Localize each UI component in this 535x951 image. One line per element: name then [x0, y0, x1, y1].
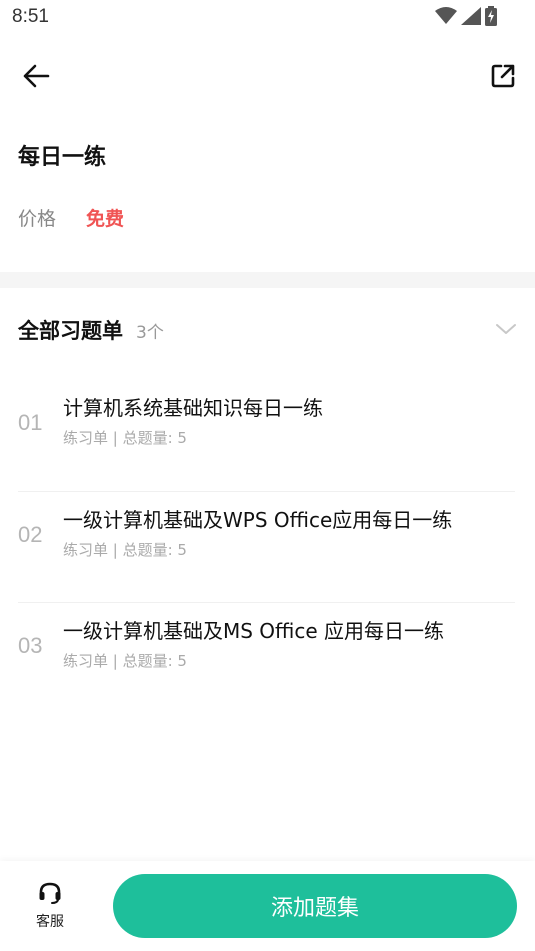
battery-charging-icon [485, 6, 497, 30]
status-time: 8:51 [12, 6, 49, 27]
customer-service-label: 客服 [36, 914, 64, 930]
arrow-left-icon [22, 64, 50, 92]
page-title: 每日一练 [18, 145, 107, 170]
item-index: 01 [18, 410, 43, 435]
share-external-icon [490, 63, 516, 93]
item-subtitle: 练习单 | 总题量: 5 [63, 652, 187, 670]
price-value: 免费 [86, 208, 125, 230]
customer-service-button[interactable]: 客服 [22, 881, 78, 937]
item-title: 计算机系统基础知识每日一练 [63, 396, 323, 420]
price-label: 价格 [18, 208, 57, 230]
list-item[interactable]: 03 一级计算机基础及MS Office 应用每日一练 练习单 | 总题量: 5 [18, 602, 515, 713]
section-header: 全部习题单 3个 [18, 315, 518, 347]
list-item[interactable]: 01 计算机系统基础知识每日一练 练习单 | 总题量: 5 [18, 380, 515, 491]
status-icons [435, 6, 497, 30]
headset-icon [37, 881, 63, 909]
wifi-icon [435, 7, 457, 29]
exercise-list: 01 计算机系统基础知识每日一练 练习单 | 总题量: 5 02 一级计算机基础… [18, 380, 515, 713]
item-index: 02 [18, 522, 43, 547]
section-title: 全部习题单 [18, 319, 123, 343]
section-divider [0, 272, 535, 288]
item-subtitle: 练习单 | 总题量: 5 [63, 541, 187, 559]
section-count: 3个 [136, 323, 164, 343]
share-button[interactable] [487, 62, 519, 94]
item-title: 一级计算机基础及WPS Office应用每日一练 [63, 508, 453, 532]
item-index: 03 [18, 633, 43, 658]
signal-icon [461, 7, 481, 29]
chevron-down-icon[interactable] [494, 319, 518, 339]
nav-bar [0, 52, 535, 104]
item-subtitle: 练习单 | 总题量: 5 [63, 429, 187, 447]
price-row: 价格 免费 [18, 204, 124, 231]
item-title: 一级计算机基础及MS Office 应用每日一练 [63, 619, 445, 643]
status-bar: 8:51 [0, 0, 535, 38]
bottom-bar: 客服 添加题集 [0, 861, 535, 951]
add-set-button[interactable]: 添加题集 [113, 874, 517, 938]
back-button[interactable] [18, 62, 54, 94]
list-item[interactable]: 02 一级计算机基础及WPS Office应用每日一练 练习单 | 总题量: 5 [18, 491, 515, 602]
